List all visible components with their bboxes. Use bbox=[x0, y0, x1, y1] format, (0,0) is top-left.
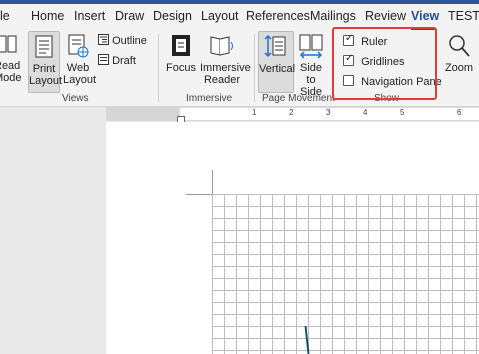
ruler-number: 4 bbox=[363, 108, 368, 117]
show-group-highlight bbox=[332, 27, 437, 100]
ruler-number: 1 bbox=[252, 108, 257, 117]
vertical-scroll-icon bbox=[264, 34, 286, 58]
ruler-number: 6 bbox=[457, 108, 462, 117]
tab-references[interactable]: References bbox=[246, 9, 310, 23]
gridlines-area bbox=[212, 194, 479, 354]
outline-icon bbox=[98, 34, 109, 45]
web-layout-button[interactable]: Web Layout bbox=[63, 33, 96, 86]
group-divider bbox=[158, 34, 159, 102]
tab-mailings[interactable]: Mailings bbox=[310, 9, 356, 23]
magnifier-icon bbox=[449, 35, 470, 57]
tab-insert[interactable]: Insert bbox=[74, 9, 105, 23]
ruler-number: 2 bbox=[289, 108, 294, 117]
web-layout-icon bbox=[68, 34, 89, 58]
tab-test[interactable]: TEST bbox=[448, 9, 479, 23]
vertical-button[interactable]: Vertical bbox=[258, 31, 295, 93]
draft-button[interactable]: Draft bbox=[98, 54, 136, 67]
tab-layout[interactable]: Layout bbox=[201, 9, 239, 23]
read-mode-icon bbox=[0, 35, 17, 53]
tab-review[interactable]: Review bbox=[365, 9, 406, 23]
zoom-button[interactable]: Zoom bbox=[444, 33, 474, 74]
ruler-margin bbox=[106, 108, 180, 120]
side-to-side-button[interactable]: Side to Side bbox=[295, 33, 327, 98]
horizontal-ruler[interactable]: 1 2 3 4 5 6 bbox=[106, 107, 479, 121]
ruler-number: 5 bbox=[400, 108, 405, 117]
side-to-side-icon bbox=[299, 34, 323, 59]
immersive-reader-icon bbox=[210, 36, 233, 56]
outline-button[interactable]: Outline bbox=[98, 34, 147, 47]
tab-view[interactable]: View bbox=[411, 9, 439, 23]
focus-icon bbox=[172, 35, 190, 56]
tab-draw[interactable]: Draw bbox=[115, 9, 144, 23]
draft-icon bbox=[98, 54, 109, 65]
page-movement-group-label: Page Movement bbox=[262, 93, 335, 104]
read-mode-button[interactable]: Read Mode bbox=[0, 33, 22, 84]
tab-home[interactable]: Home bbox=[31, 9, 64, 23]
print-layout-button[interactable]: Print Layout bbox=[28, 31, 62, 93]
print-layout-icon bbox=[35, 35, 53, 58]
margin-corner-mark bbox=[186, 194, 213, 195]
ruler-number: 3 bbox=[326, 108, 331, 117]
views-group-label: Views bbox=[62, 93, 89, 104]
immersive-reader-button[interactable]: Immersive Reader bbox=[200, 33, 251, 86]
immersive-group-label: Immersive bbox=[186, 93, 233, 104]
tab-design[interactable]: Design bbox=[153, 9, 192, 23]
tab-file[interactable]: le bbox=[0, 9, 10, 23]
group-divider bbox=[254, 34, 255, 102]
focus-button[interactable]: Focus bbox=[166, 33, 196, 74]
